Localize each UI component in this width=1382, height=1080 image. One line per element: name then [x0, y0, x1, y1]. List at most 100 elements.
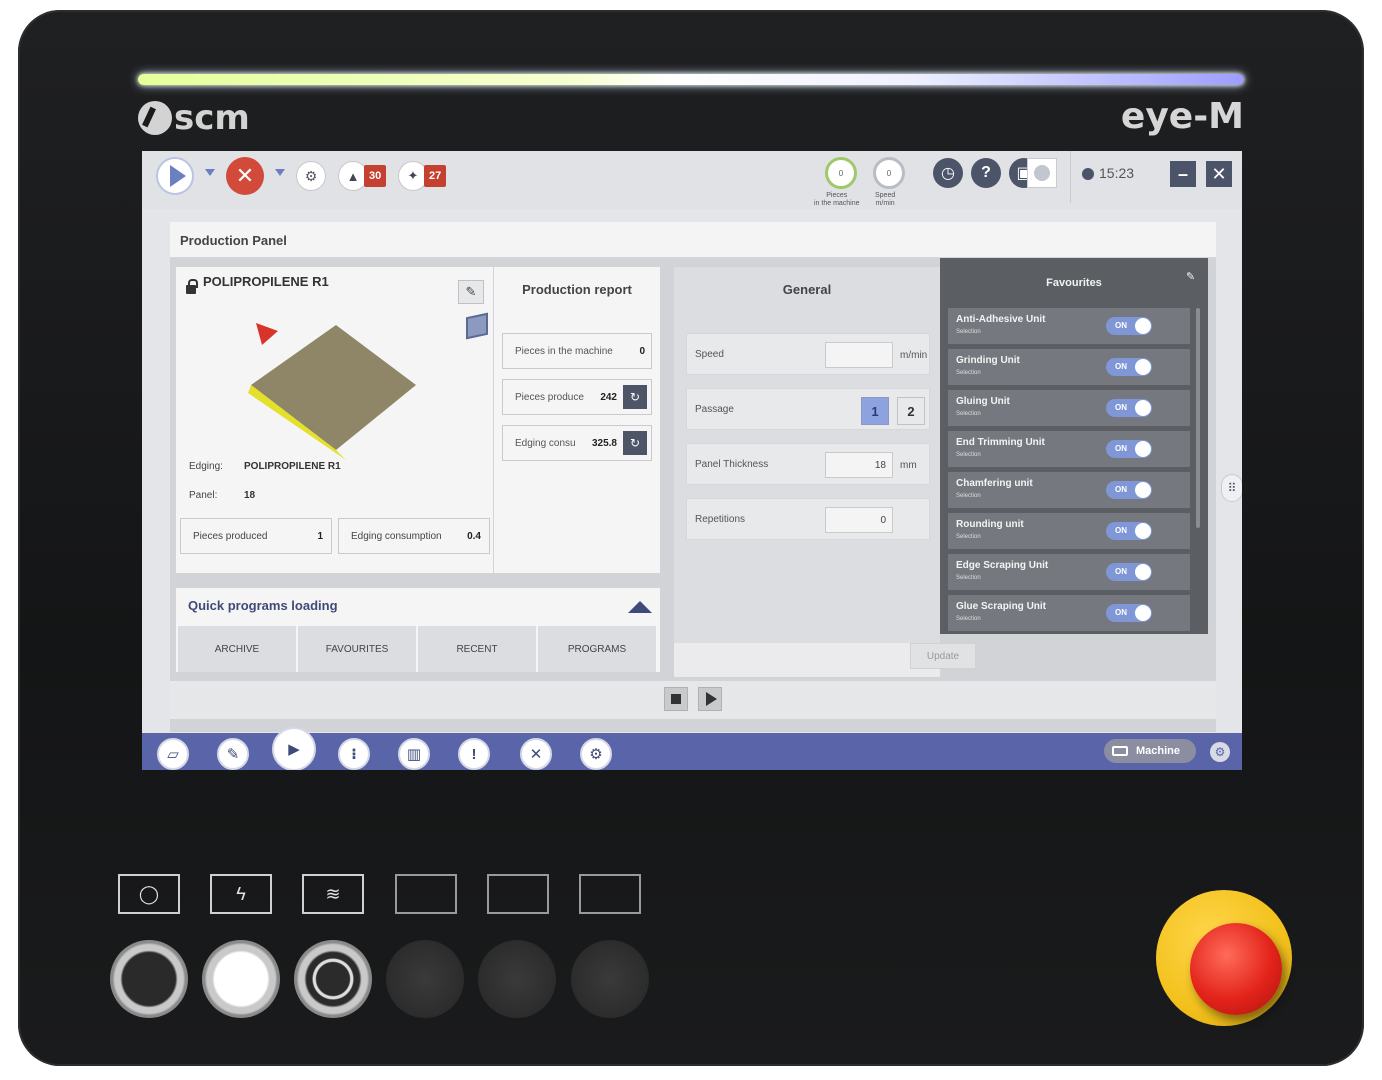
favourite-unit-name: Rounding unit — [956, 519, 1024, 530]
bottom-navigation: ▱ ✎ ▶ ⁝ ▥ ! ✕ ⚙ Machine ⚙ — [142, 727, 1242, 770]
nav-alerts-icon[interactable]: ! — [458, 738, 490, 770]
reset-counter-button[interactable]: ↻ — [623, 431, 647, 455]
nav-units-icon[interactable]: ⁝ — [338, 738, 370, 770]
tab-archive[interactable]: ARCHIVE — [178, 626, 296, 672]
nav-statistics-icon[interactable]: ▥ — [398, 738, 430, 770]
panel-value: 18 — [244, 490, 256, 501]
nav-production-icon[interactable]: ▶ — [272, 727, 316, 770]
toggle-knob — [1135, 441, 1151, 457]
passage-option-1[interactable]: 1 — [861, 397, 889, 425]
edging-label: Edging: — [189, 461, 223, 472]
model-name: eye-M — [1120, 96, 1244, 137]
edging-consumption-value: 0.4 — [467, 530, 481, 542]
emergency-stop-button[interactable] — [1190, 923, 1282, 1015]
blank-button-cap — [478, 940, 556, 1018]
general-settings: General Speed m/min Passage 1 2 Panel Th… — [674, 267, 940, 677]
item-name: POLIPROPILENE R1 — [203, 274, 329, 289]
nav-tools-icon[interactable]: ✕ — [520, 738, 552, 770]
tab-programs[interactable]: PROGRAMS — [538, 626, 656, 672]
page-title: Production Panel — [180, 233, 287, 248]
favourite-unit-toggle[interactable]: ON — [1106, 604, 1152, 622]
help-icon[interactable]: ? — [971, 158, 1001, 188]
edging-consumption-label: Edging consumption — [351, 530, 442, 542]
tab-recent[interactable]: RECENT — [418, 626, 536, 672]
favourite-unit-subtitle: Selection — [956, 616, 981, 622]
favourite-unit-toggle[interactable]: ON — [1106, 440, 1152, 458]
production-report-title: Production report — [522, 282, 632, 297]
blank-label-slot — [395, 874, 457, 914]
favourite-unit-toggle[interactable]: ON — [1106, 399, 1152, 417]
start-cycle-button[interactable] — [156, 157, 194, 195]
power-push-button[interactable] — [202, 940, 280, 1018]
stop-options-chevron-icon[interactable] — [275, 169, 285, 176]
tab-favourites[interactable]: FAVOURITES — [298, 626, 416, 672]
toolbar-divider — [1070, 151, 1071, 203]
edit-favourites-icon[interactable]: ✎ — [1186, 270, 1195, 283]
speed-gauge: 0 — [873, 157, 905, 189]
favourite-unit-item[interactable]: Chamfering unit Selection ON — [948, 472, 1190, 508]
gear-icon[interactable]: ⚙ — [1210, 742, 1230, 762]
user-avatar-icon[interactable] — [1027, 158, 1057, 188]
timer-icon[interactable]: ◷ — [933, 158, 963, 188]
start-options-chevron-icon[interactable] — [205, 169, 215, 176]
favourite-unit-item[interactable]: End Trimming Unit Selection ON — [948, 431, 1190, 467]
favourite-unit-item[interactable]: Edge Scraping Unit Selection ON — [948, 554, 1190, 590]
quick-programs-panel: Quick programs loading ARCHIVE FAVOURITE… — [176, 588, 660, 672]
pieces-produced-box: Pieces produced 1 — [180, 518, 332, 554]
nav-edit-icon[interactable]: ✎ — [217, 738, 249, 770]
repetitions-row: Repetitions 0 — [686, 498, 930, 540]
pieces-gauge-caption: Pieces in the machine — [814, 192, 860, 208]
close-icon[interactable]: ✕ — [1206, 161, 1232, 187]
passage-option-2[interactable]: 2 — [897, 397, 925, 425]
stop-button[interactable] — [664, 687, 688, 711]
passage-row: Passage 1 2 — [686, 388, 930, 430]
repetitions-input[interactable]: 0 — [825, 507, 893, 533]
warnings-counter[interactable]: ▲ 30 — [338, 161, 387, 191]
favourite-unit-item[interactable]: Grinding Unit Selection ON — [948, 349, 1190, 385]
edging-consumption-box: Edging consumption 0.4 — [338, 518, 490, 554]
warnings-count: 30 — [364, 165, 387, 187]
favourite-unit-toggle[interactable]: ON — [1106, 317, 1152, 335]
edit-item-button[interactable]: ✎ — [458, 280, 484, 304]
reset-counter-button[interactable]: ↻ — [623, 385, 647, 409]
heater-selector-switch[interactable] — [294, 940, 372, 1018]
speed-gauge-caption-line1: Speed — [875, 192, 896, 199]
favourite-unit-item[interactable]: Rounding unit Selection ON — [948, 513, 1190, 549]
speed-input[interactable] — [825, 342, 893, 368]
favourites-scrollbar[interactable] — [1196, 308, 1200, 528]
play-button[interactable] — [698, 687, 722, 711]
report-row-label: Pieces in the machine — [515, 345, 613, 357]
production-report: Production report Pieces in the machine … — [494, 267, 660, 573]
favourite-unit-toggle[interactable]: ON — [1106, 481, 1152, 499]
device-bezel: scm eye-M ✕ ⚙ ▲ 30 ✦ 27 0 Pieces in the … — [18, 10, 1364, 1066]
favourite-unit-toggle[interactable]: ON — [1106, 522, 1152, 540]
update-button[interactable]: Update — [910, 643, 976, 669]
nav-settings-icon[interactable]: ⚙ — [580, 738, 612, 770]
report-row-value: 0 — [639, 345, 645, 357]
favourite-unit-toggle[interactable]: ON — [1106, 358, 1152, 376]
favourite-unit-item[interactable]: Gluing Unit Selection ON — [948, 390, 1190, 426]
nav-folder-icon[interactable]: ▱ — [157, 738, 189, 770]
report-row: Pieces produce 242 ↻ — [502, 379, 652, 415]
start-push-button[interactable] — [110, 940, 188, 1018]
blank-button-cap — [571, 940, 649, 1018]
minimize-button[interactable]: – — [1170, 161, 1196, 187]
panel-thickness-input[interactable]: 18 — [825, 452, 893, 478]
tool-setup-icon[interactable]: ⚙ — [296, 161, 326, 191]
report-row-label: Pieces produce — [515, 391, 584, 403]
3d-view-icon[interactable] — [466, 312, 488, 340]
toggle-state: ON — [1115, 444, 1127, 453]
favourite-unit-toggle[interactable]: ON — [1106, 563, 1152, 581]
favourite-unit-item[interactable]: Anti-Adhesive Unit Selection ON — [948, 308, 1190, 344]
passage-label: Passage — [695, 404, 734, 415]
repetitions-label: Repetitions — [695, 514, 746, 525]
stop-cycle-button[interactable]: ✕ — [226, 157, 264, 195]
messages-counter[interactable]: ✦ 27 — [398, 161, 447, 191]
lock-icon — [186, 279, 198, 294]
machine-selector-button[interactable]: Machine — [1104, 739, 1196, 763]
side-drawer-handle-icon[interactable]: ⠿ — [1221, 474, 1242, 502]
production-panel-body: POLIPROPILENE R1 ✎ Edging: POLIPROPILENE… — [170, 258, 1216, 732]
favourite-unit-item[interactable]: Glue Scraping Unit Selection ON — [948, 595, 1190, 631]
collapse-chevron-up-icon[interactable] — [628, 601, 652, 613]
toggle-knob — [1135, 359, 1151, 375]
